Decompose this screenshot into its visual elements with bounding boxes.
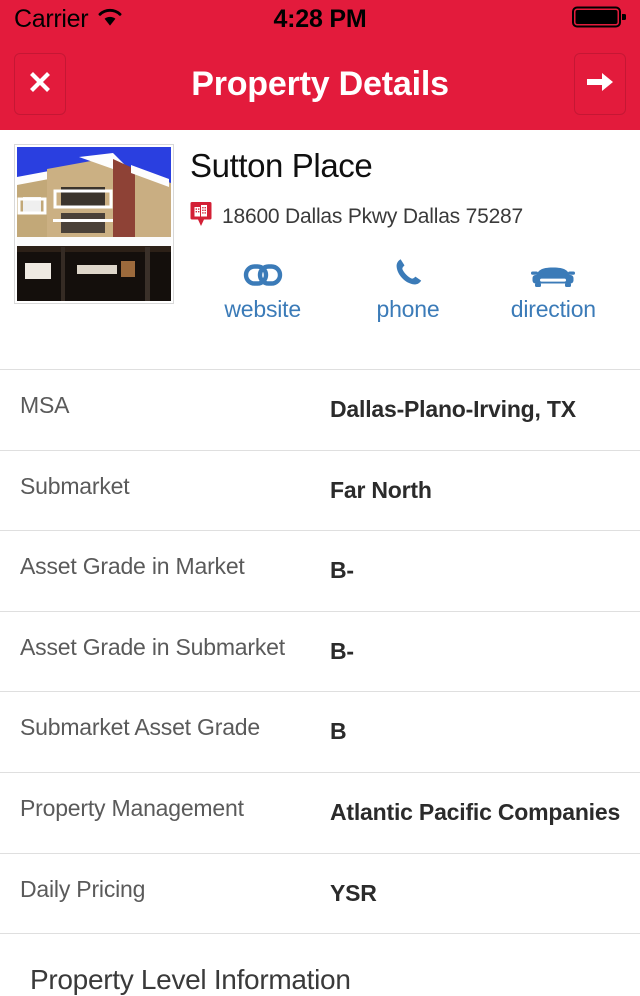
status-bar: Carrier 4:28 PM [0, 0, 640, 38]
property-actions: website phone direction [190, 255, 626, 323]
battery-full-icon [572, 5, 627, 34]
phone-label: phone [376, 296, 440, 323]
property-card: Sutton Place 18600 Dallas Pkwy Dallas 75… [0, 130, 640, 323]
property-thumbnail[interactable] [14, 144, 174, 304]
app-screen: Carrier 4:28 PM Property Details Sutton … [0, 0, 640, 995]
direction-action[interactable]: direction [481, 255, 626, 323]
close-icon [27, 69, 53, 100]
row-label: MSA [20, 392, 70, 419]
table-row[interactable]: Asset Grade in Submarket B- [0, 612, 640, 693]
carrier-label: Carrier [14, 4, 89, 33]
phone-icon [392, 255, 424, 289]
property-name: Sutton Place [190, 147, 373, 184]
car-icon [531, 255, 576, 289]
row-value: B- [330, 557, 354, 584]
property-details-table: MSA Dallas-Plano-Irving, TX Submarket Far N… [0, 369, 640, 935]
forward-button[interactable] [574, 53, 626, 115]
table-row[interactable]: Property Management Atlantic Pacific Comp… [0, 773, 640, 854]
property-photo [17, 147, 171, 301]
property-address: 18600 Dallas Pkwy Dallas 75287 [222, 204, 524, 228]
website-action[interactable]: website [190, 255, 335, 323]
website-label: website [224, 296, 301, 323]
row-value: Atlantic Pacific Companies [330, 799, 621, 826]
arrow-right-icon [585, 69, 615, 100]
navigation-bar: Property Details [0, 38, 640, 130]
status-bar-left: Carrier [14, 5, 123, 34]
row-value: Dallas-Plano-Irving, TX [330, 396, 576, 423]
page-title: Property Details [191, 64, 449, 103]
table-row[interactable]: Submarket Far North [0, 451, 640, 532]
card-table-spacer [0, 323, 640, 369]
table-row[interactable]: MSA Dallas-Plano-Irving, TX [0, 370, 640, 451]
row-label: Submarket Asset Grade [20, 714, 260, 741]
row-value: B- [330, 637, 354, 664]
direction-label: direction [510, 296, 596, 323]
row-label: Asset Grade in Market [20, 553, 245, 580]
wifi-icon [97, 7, 123, 32]
section-heading-property-level-information: Property Level Information [30, 964, 351, 996]
table-row[interactable]: Asset Grade in Market B- [0, 531, 640, 612]
status-bar-right [572, 5, 627, 34]
row-value: Far North [330, 476, 432, 503]
property-card-body: Sutton Place 18600 Dallas Pkwy Dallas 75… [174, 144, 626, 323]
row-label: Asset Grade in Submarket [20, 633, 285, 660]
close-button[interactable] [14, 53, 66, 115]
table-row[interactable]: Submarket Asset Grade B [0, 692, 640, 774]
header: Carrier 4:28 PM Property Details [0, 0, 640, 130]
row-value: B [330, 718, 347, 745]
row-value: YSR [330, 879, 377, 906]
property-address-row: 18600 Dallas Pkwy Dallas 75287 [190, 200, 626, 233]
row-label: Property Management [20, 795, 244, 822]
table-row[interactable]: Daily Pricing YSR [0, 854, 640, 935]
map-pin-building-icon [190, 200, 212, 233]
row-label: Submarket [20, 472, 130, 499]
row-label: Daily Pricing [20, 875, 146, 902]
link-icon [243, 255, 283, 289]
phone-action[interactable]: phone [335, 255, 480, 323]
